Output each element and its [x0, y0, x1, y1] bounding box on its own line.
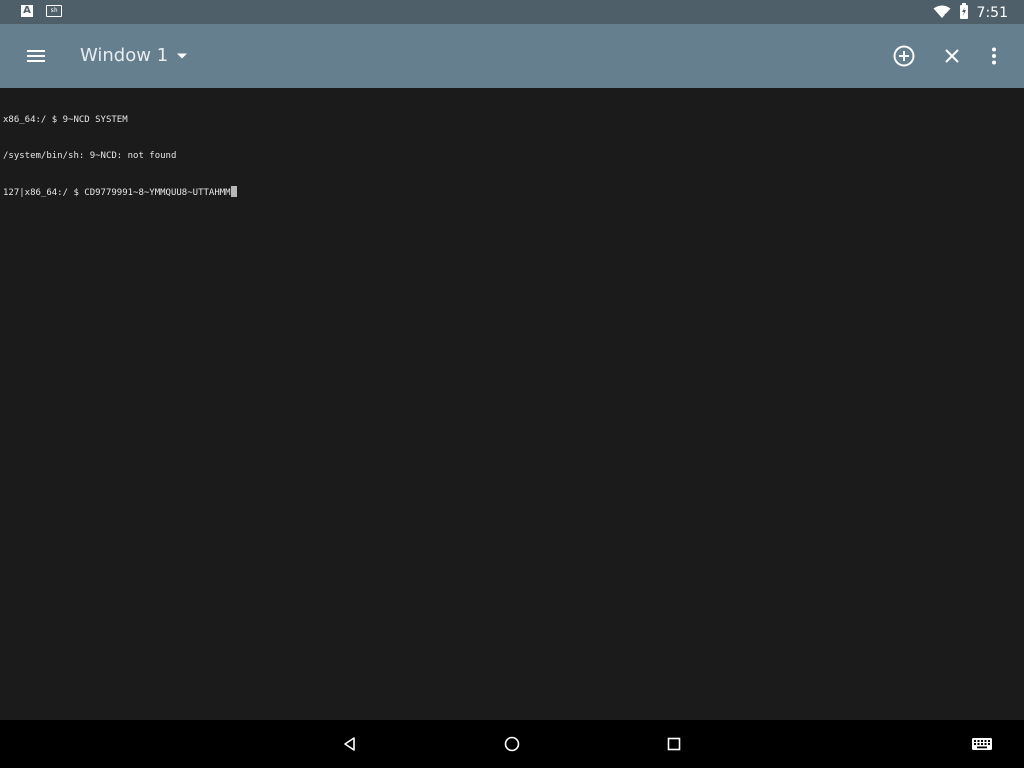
home-circle-icon — [504, 736, 520, 752]
window-selector[interactable]: Window 1 — [80, 44, 168, 68]
terminal-notification-icon: sh — [46, 5, 62, 17]
terminal-line: x86_64:/ $ 9~NCD SYSTEM — [3, 115, 128, 125]
recents-square-icon — [667, 737, 681, 751]
terminal-prompt-line: 127|x86_64:/ $ CD9779991~8~YMMQUU8~UTTAH… — [3, 186, 1021, 198]
status-bar: A sh 7:51 — [0, 0, 1024, 24]
keyboard-icon — [972, 738, 992, 750]
back-triangle-icon — [344, 737, 355, 751]
terminal-line-text: 127|x86_64:/ $ CD9779991~8~YMMQUU8~UTTAH… — [3, 188, 231, 198]
notification-area: A sh — [21, 5, 62, 17]
dropdown-arrow-icon[interactable] — [172, 48, 192, 64]
back-button[interactable] — [338, 732, 362, 756]
system-tray: 7:51 — [933, 3, 1008, 23]
app-toolbar: Window 1 — [0, 24, 1024, 88]
close-window-button[interactable] — [936, 40, 968, 72]
terminal-view[interactable]: x86_64:/ $ 9~NCD SYSTEM /system/bin/sh: … — [0, 88, 1024, 720]
home-button[interactable] — [500, 732, 524, 756]
keyboard-toggle-button[interactable] — [970, 732, 994, 756]
wifi-icon — [933, 4, 951, 23]
new-window-button[interactable] — [888, 40, 920, 72]
add-circle-icon — [893, 45, 915, 67]
clock: 7:51 — [976, 5, 1008, 21]
text-a-icon: A — [21, 5, 33, 17]
recents-button[interactable] — [662, 732, 686, 756]
terminal-line: /system/bin/sh: 9~NCD: not found — [3, 151, 177, 161]
more-vert-icon — [992, 47, 996, 65]
battery-icon — [959, 3, 969, 23]
navigation-bar — [0, 720, 1024, 768]
text-cursor — [230, 186, 237, 197]
more-options-button[interactable] — [978, 40, 1010, 72]
close-icon — [945, 49, 959, 63]
menu-icon[interactable] — [20, 40, 52, 72]
